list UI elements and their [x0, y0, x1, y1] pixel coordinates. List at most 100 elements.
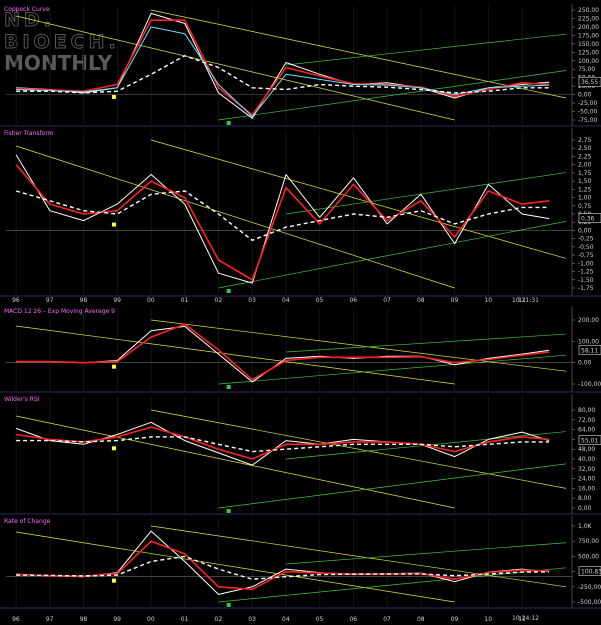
y-tick-label: 0,00 [578, 227, 592, 234]
x-tick-label: 01 [181, 297, 189, 304]
green-marker [226, 509, 231, 513]
y-tick-label: 72,00 [578, 417, 595, 424]
x-tick-label: 96 [12, 297, 20, 304]
last-value-label: 100,83 [581, 569, 601, 576]
x-tick-label: 02 [215, 297, 223, 304]
y-tick-label: 75,00 [578, 66, 595, 73]
x-tick-label: 04 [282, 616, 290, 623]
yellow-marker [111, 364, 116, 369]
x-tick-label: 05 [316, 616, 324, 623]
pane-title: Coppock Curve [4, 6, 50, 13]
yellow-marker [111, 94, 116, 99]
y-tick-label: 100,00 [578, 58, 599, 65]
watermark-line-3: MONTHLY [4, 51, 113, 75]
y-tick-label: 1,50 [578, 178, 592, 185]
x-tick-label: 10 [484, 616, 492, 623]
y-tick-label: -500,00 [578, 599, 601, 606]
y-tick-label: 48,00 [578, 446, 595, 453]
timestamp-top: 10:21:31 [512, 297, 539, 304]
pane-title: Rate of Change [4, 518, 51, 525]
y-tick-label: -75,00 [578, 117, 598, 124]
y-tick-label: 1,25 [578, 186, 592, 193]
green-marker [226, 289, 231, 293]
y-tick-label: 2,50 [578, 145, 592, 152]
x-tick-label: 99 [113, 297, 121, 304]
x-tick-label: 08 [417, 616, 425, 623]
y-tick-label: -1,00 [578, 260, 594, 267]
y-tick-label: -0,75 [578, 252, 594, 259]
last-value-label: 36,55 [581, 79, 598, 86]
yellow-marker [111, 446, 116, 451]
y-tick-label: 500,00 [578, 553, 599, 560]
y-tick-label: 225,00 [578, 15, 599, 22]
y-tick-label: 175,00 [578, 32, 599, 39]
y-tick-label: -0,25 [578, 236, 594, 243]
green-marker [226, 603, 231, 607]
yellow-marker [111, 578, 116, 583]
x-tick-label: 98 [80, 297, 88, 304]
chart-stage: ND. BIOECH. MONTHLY Coppock Curve 250,002… [0, 0, 601, 625]
x-tick-label: 01 [181, 616, 189, 623]
last-value-label: 55,01 [581, 438, 598, 445]
y-tick-label: 0,00 [578, 92, 592, 99]
y-tick-label: -0,50 [578, 244, 594, 251]
y-tick-label: -50,00 [578, 109, 598, 116]
y-tick-label: 100,00 [578, 338, 599, 345]
x-tick-label: 97 [46, 297, 54, 304]
y-tick-label: 2,25 [578, 153, 592, 160]
x-tick-label: 00 [147, 616, 155, 623]
y-tick-label: 200,00 [578, 24, 599, 31]
y-tick-label: 150,00 [578, 41, 599, 48]
x-tick-label: 04 [282, 297, 290, 304]
y-tick-label: -1,75 [578, 285, 594, 292]
last-value-label: 58,11 [581, 347, 598, 354]
x-tick-label: 10 [484, 297, 492, 304]
x-tick-label: 98 [80, 616, 88, 623]
y-tick-label: 0,00 [578, 505, 592, 512]
x-tick-label: 06 [349, 297, 357, 304]
y-tick-label: 250,00 [578, 7, 599, 14]
pane-title: Wilder's RSI [4, 396, 40, 403]
y-tick-label: 8,00 [578, 495, 592, 502]
y-tick-label: 40,00 [578, 456, 595, 463]
last-value-label: 0,36 [581, 216, 595, 223]
green-marker [226, 385, 231, 389]
y-tick-label: 64,00 [578, 427, 595, 434]
y-tick-label: -1,25 [578, 269, 594, 276]
y-tick-label: -1,50 [578, 277, 594, 284]
y-tick-label: -100,00 [578, 381, 601, 388]
y-tick-label: 80,00 [578, 407, 595, 414]
x-tick-label: 03 [248, 616, 256, 623]
green-marker [226, 121, 231, 125]
x-tick-label: 07 [383, 297, 391, 304]
x-tick-label: 99 [113, 616, 121, 623]
y-tick-label: 1,00 [578, 195, 592, 202]
x-tick-label: 06 [349, 616, 357, 623]
y-tick-label: 1,0K [578, 523, 593, 530]
pane-title: MACD 12 26 – Exp Moving Average 9 [4, 308, 115, 315]
yellow-marker [111, 222, 116, 227]
y-tick-label: -25,00 [578, 100, 598, 107]
x-tick-label: 02 [215, 616, 223, 623]
x-tick-label: 08 [417, 297, 425, 304]
y-tick-label: 1,75 [578, 170, 592, 177]
y-tick-label: 32,00 [578, 466, 595, 473]
y-tick-label: 0,75 [578, 203, 592, 210]
x-tick-label: 09 [451, 616, 459, 623]
y-tick-label: 0,00 [578, 360, 592, 367]
y-tick-label: 200,00 [578, 317, 599, 324]
y-tick-label: 2,00 [578, 162, 592, 169]
x-tick-label: 09 [451, 297, 459, 304]
y-tick-label: 16,00 [578, 485, 595, 492]
y-tick-label: 125,00 [578, 49, 599, 56]
y-tick-label: 24,00 [578, 476, 595, 483]
watermark-line-2: BIOECH. [4, 31, 120, 53]
x-tick-label: 00 [147, 297, 155, 304]
x-tick-label: 96 [12, 616, 20, 623]
y-tick-label: -250,00 [578, 584, 601, 591]
x-tick-label: 07 [383, 616, 391, 623]
y-tick-label: 750,00 [578, 538, 599, 545]
y-tick-label: 2,75 [578, 137, 592, 144]
timestamp-bottom: 10:24:12 [512, 615, 539, 622]
x-tick-label: 03 [248, 297, 256, 304]
